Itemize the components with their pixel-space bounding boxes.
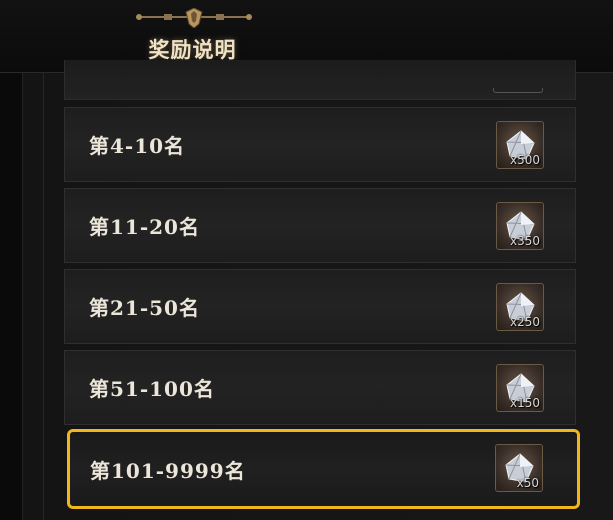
- reward-quantity: x50: [516, 476, 539, 490]
- reward-row-4-10[interactable]: 第4-10名 x500: [64, 107, 576, 182]
- rank-label: 第4-10名: [89, 134, 186, 158]
- reward-row-101-9999[interactable]: 第101-9999名 x50: [67, 429, 580, 509]
- reward-slot-partial: [493, 88, 543, 93]
- rank-label: 第51-100名: [89, 377, 215, 401]
- list-item-partial: [64, 60, 576, 100]
- side-panel: [0, 73, 23, 520]
- reward-row-51-100[interactable]: 第51-100名 x150: [64, 350, 576, 425]
- reward-slot[interactable]: x150: [496, 364, 544, 412]
- reward-slot[interactable]: x50: [495, 444, 543, 492]
- header-ornament-icon: [136, 8, 252, 28]
- rank-label: 第11-20名: [89, 215, 200, 239]
- reward-quantity: x250: [509, 315, 540, 329]
- reward-slot[interactable]: x250: [496, 283, 544, 331]
- reward-slot[interactable]: x500: [496, 121, 544, 169]
- rank-label: 第21-50名: [89, 296, 200, 320]
- reward-quantity: x500: [509, 153, 540, 167]
- reward-row-11-20[interactable]: 第11-20名 x350: [64, 188, 576, 263]
- divider: [43, 73, 44, 520]
- reward-quantity: x150: [509, 396, 540, 410]
- reward-slot[interactable]: x350: [496, 202, 544, 250]
- reward-quantity: x350: [509, 234, 540, 248]
- reward-row-21-50[interactable]: 第21-50名 x250: [64, 269, 576, 344]
- rank-label: 第101-9999名: [90, 458, 246, 483]
